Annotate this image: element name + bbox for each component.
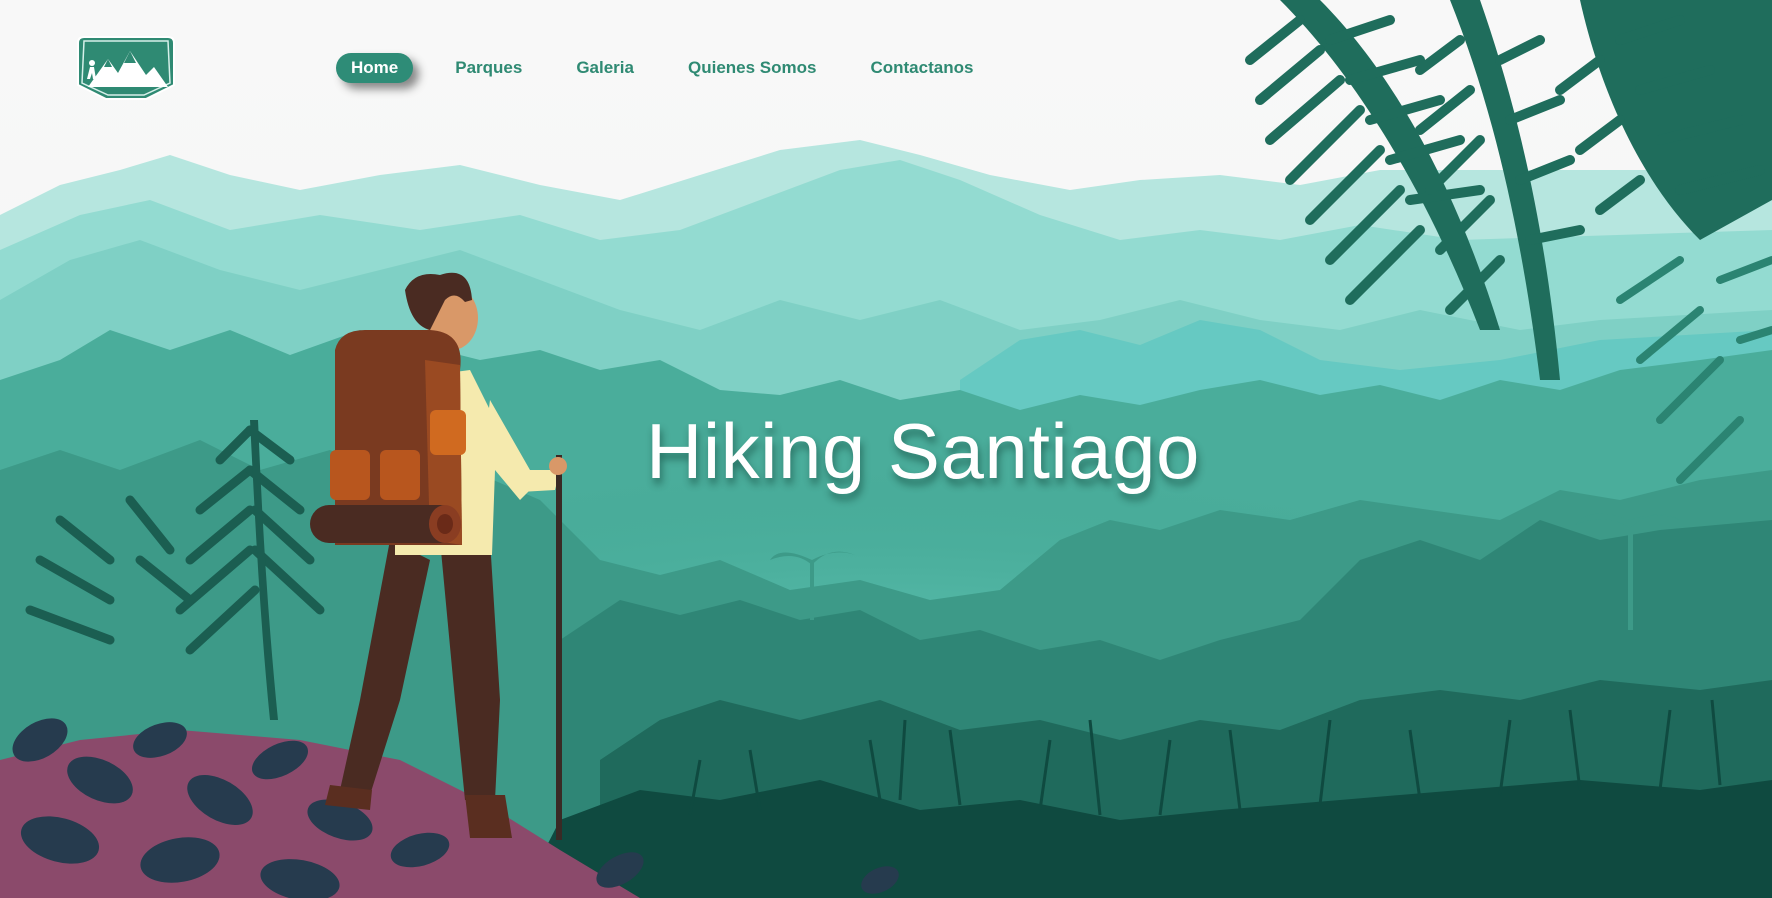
mountain-hiker-logo-icon[interactable] — [74, 33, 178, 103]
nav-item-parques[interactable]: Parques — [441, 53, 536, 83]
page: Home Parques Galeria Quienes Somos Conta… — [0, 0, 1772, 898]
nav-item-quienes-somos[interactable]: Quienes Somos — [674, 53, 830, 83]
main-nav: Home Parques Galeria Quienes Somos Conta… — [336, 53, 1013, 83]
nav-item-home[interactable]: Home — [336, 53, 414, 83]
nav-item-galeria[interactable]: Galeria — [562, 53, 648, 83]
site-header: Home Parques Galeria Quienes Somos Conta… — [0, 0, 1772, 130]
nav-item-contactanos[interactable]: Contactanos — [856, 53, 987, 83]
hero-title: Hiking Santiago — [646, 407, 1200, 495]
